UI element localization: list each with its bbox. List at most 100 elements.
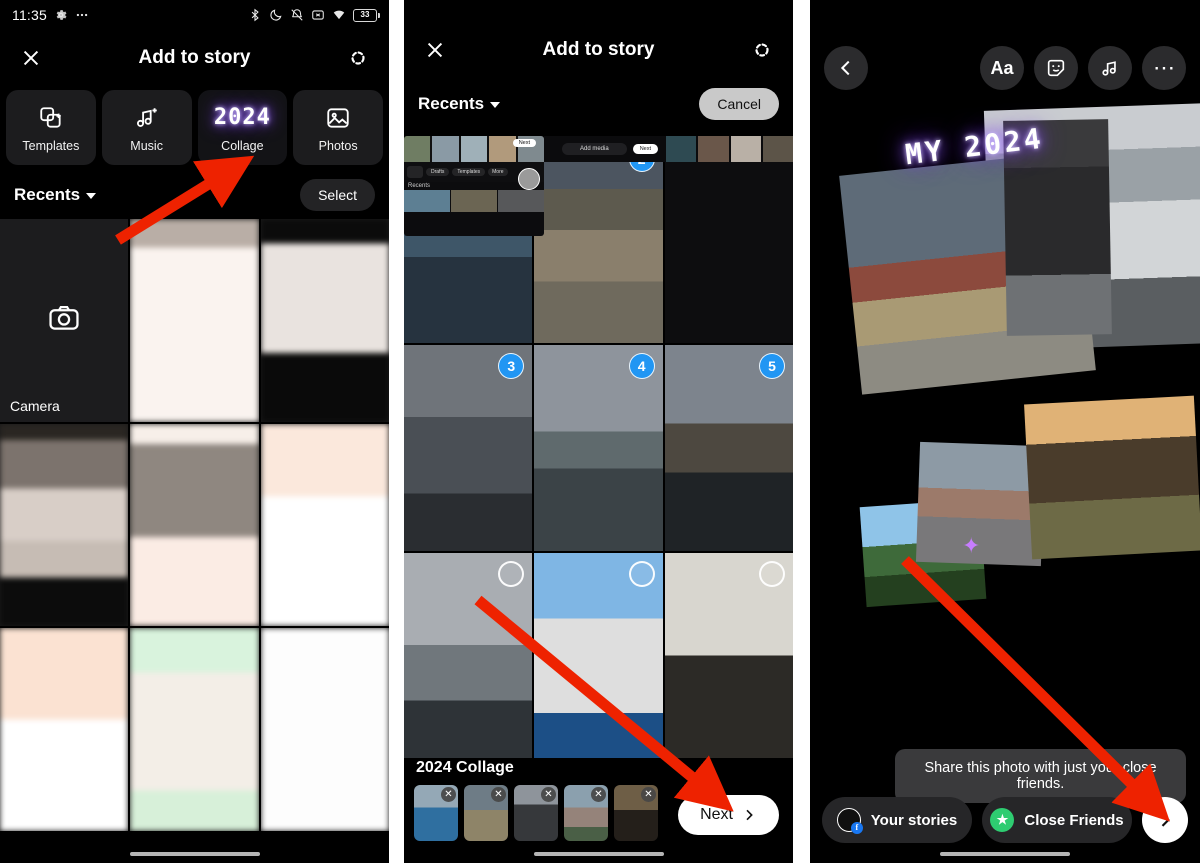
tray-thumb[interactable]: ✕ <box>514 785 558 841</box>
tray-thumb[interactable]: ✕ <box>614 785 658 841</box>
tray-thumb[interactable]: ✕ <box>414 785 458 841</box>
photo-tile[interactable] <box>130 219 259 422</box>
status-bar-right: 33 <box>248 8 380 22</box>
chip-templates: Templates <box>452 168 486 176</box>
photo-tile-unselected[interactable] <box>404 552 533 758</box>
chevron-down-icon <box>86 193 97 199</box>
panel-mid-media-picker: Add to story Recents Cancel 1 2 <box>404 0 793 863</box>
sparkle-star-icon: ✦ <box>962 533 981 558</box>
remove-thumb-button[interactable]: ✕ <box>541 787 556 802</box>
close-icon[interactable] <box>16 43 46 73</box>
music-note-icon[interactable] <box>1088 46 1132 90</box>
photo-tile[interactable] <box>260 423 389 627</box>
more-dots-icon <box>75 8 89 22</box>
more-horizontal-icon[interactable]: ⋯ <box>1142 46 1186 90</box>
preview-next-button-2: Next <box>632 144 658 154</box>
battery-percent: 33 <box>360 10 370 19</box>
album-selector-row-left: Recents Select <box>0 171 389 219</box>
chevron-down-icon <box>490 102 501 108</box>
editor-tools: Aa ⋯ <box>980 46 1186 90</box>
next-button[interactable]: Next <box>678 795 779 835</box>
photo-tile[interactable] <box>260 628 389 831</box>
led-2024-icon: 2024 <box>214 103 271 133</box>
sticker-smiley-icon[interactable] <box>1034 46 1078 90</box>
camera-label: Camera <box>10 397 60 414</box>
selection-badge-empty[interactable] <box>628 560 655 587</box>
remove-thumb-button[interactable]: ✕ <box>491 787 506 802</box>
remove-thumb-button[interactable]: ✕ <box>641 787 656 802</box>
aperture-icon[interactable] <box>747 35 777 65</box>
music-note-add-icon <box>134 103 160 133</box>
collage-tray: 2024 Collage ✕ ✕ ✕ ✕ ✕ Next <box>404 759 793 841</box>
panel-right-story-editor: MY 2024 ✦ Aa ⋯ Share this photo with jus… <box>810 0 1200 863</box>
close-icon[interactable] <box>420 35 450 65</box>
tab-templates[interactable]: Templates <box>6 90 96 165</box>
select-button[interactable]: Select <box>300 179 375 211</box>
chevron-right-icon <box>746 809 753 821</box>
album-selector-row-mid: Recents Cancel <box>404 78 793 130</box>
tray-title: 2024 Collage <box>416 759 514 776</box>
share-next-button[interactable] <box>1142 797 1188 843</box>
selection-badge-empty[interactable] <box>498 560 525 587</box>
text-aa-icon[interactable]: Aa <box>980 46 1024 90</box>
tab-label: Photos <box>318 138 358 153</box>
tab-collage[interactable]: 2024 Collage <box>197 90 288 165</box>
selection-badge-empty[interactable] <box>758 560 785 587</box>
your-stories-button[interactable]: Your stories <box>822 797 972 843</box>
panel-left-collage-picker: 11:35 33 Add to story Templates Music 20… <box>0 0 389 863</box>
collage-photo[interactable] <box>1024 395 1200 560</box>
tab-label: Collage <box>221 138 264 153</box>
home-indicator <box>940 852 1070 856</box>
photo-tile[interactable] <box>130 423 259 627</box>
star-icon: ★ <box>990 808 1015 832</box>
cancel-button[interactable]: Cancel <box>699 88 779 120</box>
photo-tile-selected[interactable]: 3 <box>404 345 533 551</box>
tab-music[interactable]: Music <box>101 90 192 165</box>
home-indicator <box>129 852 260 856</box>
photo-thumb <box>260 219 389 422</box>
chevron-right-icon <box>1161 813 1170 827</box>
photo-thumb <box>260 423 389 627</box>
status-bar: 11:35 33 <box>0 0 389 30</box>
chip-drafts: Drafts <box>426 168 450 176</box>
editor-toolbar: Aa ⋯ <box>810 46 1200 90</box>
chevron-left-icon <box>840 60 850 76</box>
page-title: Add to story <box>542 39 655 60</box>
aperture-icon[interactable] <box>343 43 373 73</box>
remove-thumb-button[interactable]: ✕ <box>441 787 456 802</box>
photo-tile[interactable] <box>0 628 129 831</box>
photo-thumb <box>130 219 259 422</box>
close-friends-label: Close Friends <box>1024 811 1124 829</box>
close-friends-button[interactable]: ★ Close Friends <box>982 797 1132 843</box>
selection-badge[interactable]: 4 <box>628 353 655 380</box>
photo-tile[interactable] <box>0 423 129 627</box>
photo-tile-selected[interactable]: 2 <box>534 138 663 344</box>
wifi-icon <box>332 8 346 22</box>
photo-tile-unselected[interactable] <box>534 552 663 758</box>
avatar <box>836 808 863 834</box>
collage-photo[interactable] <box>915 441 1046 567</box>
album-label: Recents <box>418 94 485 113</box>
photo-thumb <box>664 138 793 344</box>
tab-photos[interactable]: Photos <box>293 90 383 165</box>
status-time: 11:35 <box>12 7 47 23</box>
album-name[interactable]: Recents <box>14 185 97 205</box>
tray-thumb[interactable]: ✕ <box>564 785 608 841</box>
album-name[interactable]: Recents <box>418 94 501 114</box>
photo-tile-selected[interactable]: 4 <box>534 345 663 551</box>
photo-tile-empty[interactable] <box>664 138 793 344</box>
preview-cursor-icon <box>518 168 540 190</box>
templates-add-icon <box>38 103 64 133</box>
back-button[interactable] <box>824 46 868 90</box>
photo-thumb <box>130 423 259 627</box>
photo-tile-unselected[interactable] <box>664 552 793 758</box>
photo-tile[interactable] <box>260 219 389 422</box>
album-label: Recents <box>14 185 81 204</box>
remove-thumb-button[interactable]: ✕ <box>591 787 606 802</box>
camera-tile[interactable]: Camera <box>0 219 129 422</box>
photo-tile-selected[interactable]: 5 <box>664 345 793 551</box>
photo-tile[interactable] <box>130 628 259 831</box>
collage-canvas[interactable]: MY 2024 ✦ <box>810 0 1200 863</box>
tray-thumb[interactable]: ✕ <box>464 785 508 841</box>
photo-grid-left: Camera <box>0 219 389 831</box>
